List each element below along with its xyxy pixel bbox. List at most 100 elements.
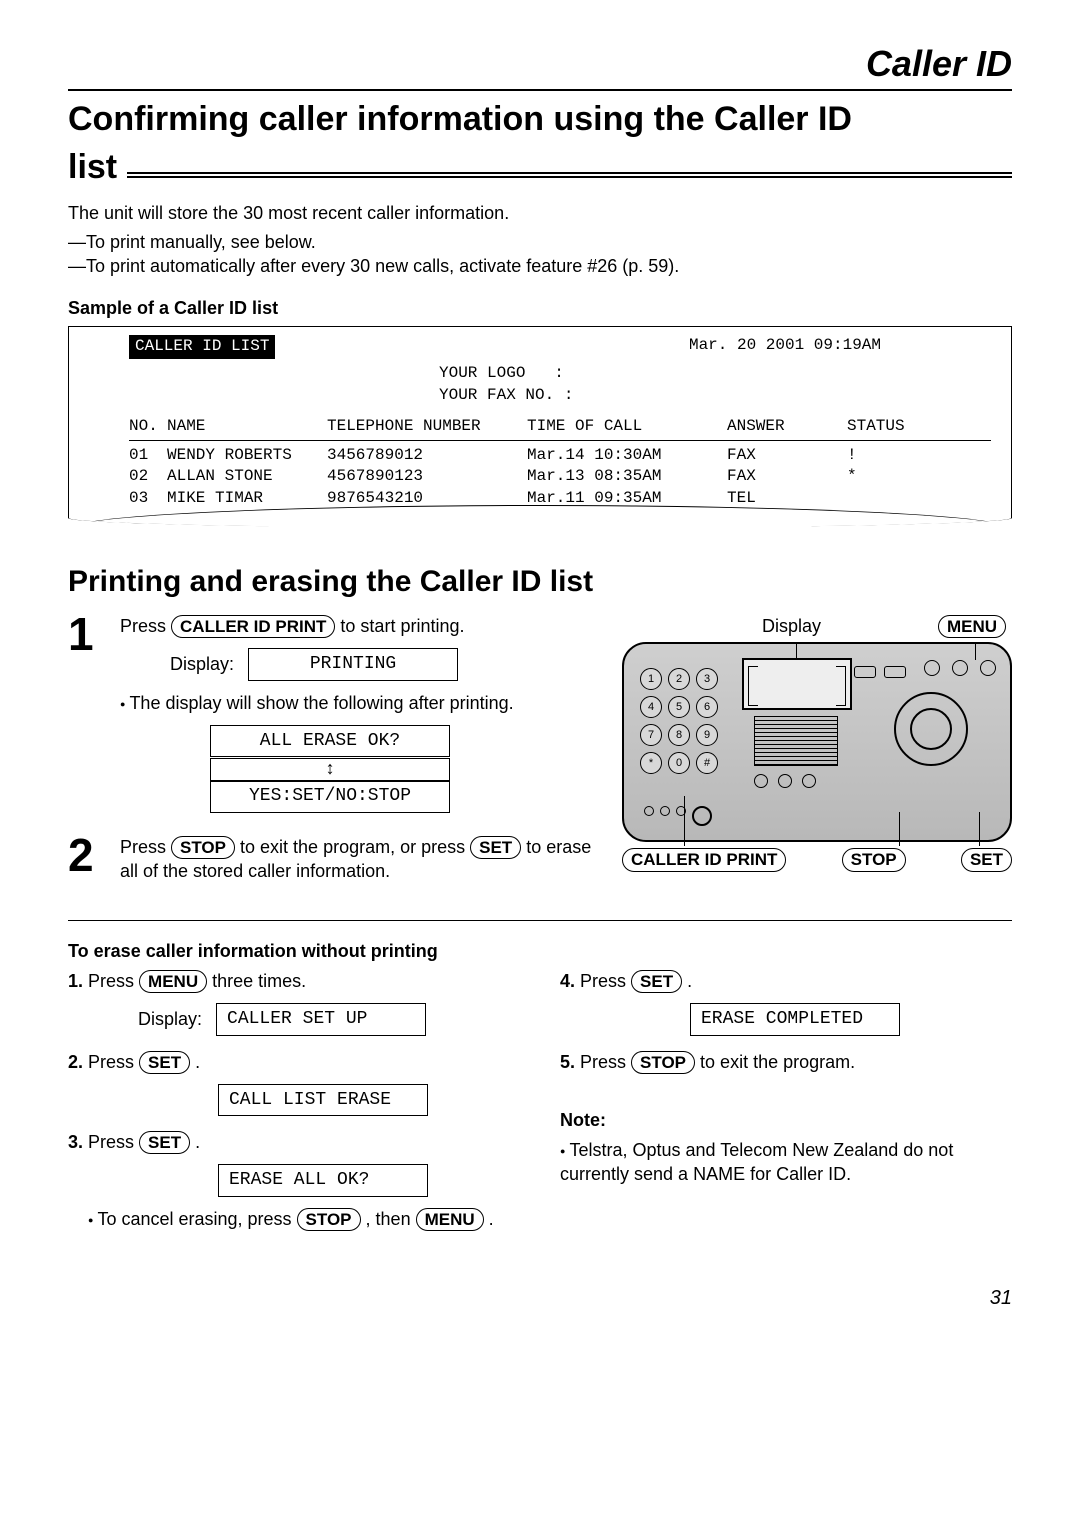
- keypad-key: 9: [696, 724, 718, 746]
- keypad-key: 4: [640, 696, 662, 718]
- step1-pre: Press: [120, 616, 171, 636]
- key-set: SET: [139, 1051, 190, 1074]
- lcd-call-list-erase: CALL LIST ERASE: [218, 1084, 428, 1116]
- s3-pre: Press: [88, 1132, 139, 1152]
- step-num: 5.: [560, 1052, 575, 1072]
- cell-no: 02: [129, 466, 167, 488]
- step-number-1: 1: [68, 614, 108, 821]
- callout-menu-key: MENU: [938, 615, 1006, 638]
- key-caller-id-print: CALLER ID PRINT: [171, 615, 335, 638]
- s4-pre: Press: [580, 971, 631, 991]
- lcd-erase-completed: ERASE COMPLETED: [690, 1003, 900, 1035]
- col-status: STATUS: [847, 416, 927, 438]
- step-num: 4.: [560, 971, 575, 991]
- col-time: TIME OF CALL: [527, 416, 727, 438]
- table-row: 01 WENDY ROBERTS 3456789012 Mar.14 10:30…: [129, 445, 991, 467]
- step2-t2: to exit the program, or press: [240, 837, 470, 857]
- erase-step-1: 1. Press MENU three times. Display: CALL…: [68, 969, 520, 1036]
- device-top-buttons: [854, 666, 906, 678]
- step2-t1: Press: [120, 837, 171, 857]
- section1-title-word: list: [68, 145, 117, 191]
- device-mid-buttons: [754, 774, 816, 788]
- device-speaker: [754, 716, 838, 766]
- lcd-caller-set-up: CALLER SET UP: [216, 1003, 426, 1035]
- key-stop: STOP: [631, 1051, 695, 1074]
- table-row: 03 MIKE TIMAR 9876543210 Mar.11 09:35AM …: [129, 488, 991, 510]
- cell-time: Mar.13 08:35AM: [527, 466, 727, 488]
- page-number: 31: [68, 1285, 1012, 1312]
- table-row: 02 ALLAN STONE 4567890123 Mar.13 08:35AM…: [129, 466, 991, 488]
- col-no: NO.: [129, 416, 167, 438]
- s5-pre: Press: [580, 1052, 631, 1072]
- display-label: Display:: [138, 1007, 202, 1031]
- keypad-key: 6: [696, 696, 718, 718]
- cancel-post: .: [489, 1209, 494, 1229]
- cancel-mid: , then: [366, 1209, 416, 1229]
- lcd-all-erase-ok: ALL ERASE OK?: [210, 725, 450, 757]
- cell-name: WENDY ROBERTS: [167, 445, 327, 467]
- leader-line: [975, 642, 976, 660]
- cell-no: 03: [129, 488, 167, 510]
- note-body: Telstra, Optus and Telecom New Zealand d…: [560, 1138, 1012, 1187]
- device-right-buttons: [924, 660, 996, 676]
- lcd-printing: PRINTING: [248, 648, 458, 680]
- s5-post: to exit the program.: [700, 1052, 855, 1072]
- keypad-key: #: [696, 752, 718, 774]
- leader-line: [684, 796, 685, 846]
- lcd-erase-all-ok: ERASE ALL OK?: [218, 1164, 428, 1196]
- cell-tel: 4567890123: [327, 466, 527, 488]
- sample-printout: CALLER ID LIST Mar. 20 2001 09:19AM YOUR…: [68, 326, 1012, 527]
- key-stop: STOP: [297, 1208, 361, 1231]
- sample-banner: CALLER ID LIST: [129, 335, 275, 359]
- erase-step-3: 3. Press SET . ERASE ALL OK? To cancel e…: [68, 1130, 520, 1231]
- s1-post: three times.: [212, 971, 306, 991]
- sample-colon-2: :: [564, 386, 574, 404]
- cell-name: ALLAN STONE: [167, 466, 327, 488]
- step-number-2: 2: [68, 835, 108, 884]
- erase-heading: To erase caller information without prin…: [68, 939, 1012, 963]
- keypad-key: 3: [696, 668, 718, 690]
- leader-line: [979, 812, 980, 846]
- erase-step-4: 4. Press SET . ERASE COMPLETED: [560, 969, 1012, 1036]
- section1-title-line1: Confirming caller information using the …: [68, 99, 1012, 140]
- cell-time: Mar.11 09:35AM: [527, 488, 727, 510]
- cell-ans: FAX: [727, 445, 847, 467]
- s1-pre: Press: [88, 971, 139, 991]
- callout-set-key: SET: [961, 848, 1012, 871]
- lcd-yes-set-no-stop: YES:SET/NO:STOP: [210, 780, 450, 812]
- callout-stop-key: STOP: [842, 848, 906, 871]
- cell-stat: *: [847, 466, 927, 488]
- device-jog-dial: [894, 692, 968, 766]
- section-double-rule: [127, 172, 1012, 178]
- cell-ans: FAX: [727, 466, 847, 488]
- keypad-key: 8: [668, 724, 690, 746]
- callout-caller-id-print-key: CALLER ID PRINT: [622, 848, 786, 871]
- sample-colon-1: :: [554, 364, 564, 382]
- sample-your-logo-label: YOUR LOGO: [439, 364, 525, 382]
- cell-stat: [847, 488, 927, 510]
- keypad-key: *: [640, 752, 662, 774]
- key-menu: MENU: [416, 1208, 484, 1231]
- cell-ans: TEL: [727, 488, 847, 510]
- step-num: 1.: [68, 971, 83, 991]
- col-name: NAME: [167, 416, 327, 438]
- device-illustration: Display MENU 1 2 3 4 5 6 7 8 9 * 0: [622, 614, 1012, 872]
- key-menu: MENU: [139, 970, 207, 993]
- note-heading: Note:: [560, 1108, 1012, 1132]
- device-screen: [742, 658, 852, 710]
- step1-after-text: The display will show the following afte…: [120, 691, 602, 715]
- s4-post: .: [687, 971, 692, 991]
- sample-heading: Sample of a Caller ID list: [68, 296, 1012, 320]
- device-keypad: 1 2 3 4 5 6 7 8 9 * 0 #: [640, 668, 718, 774]
- cell-tel: 9876543210: [327, 488, 527, 510]
- cell-time: Mar.14 10:30AM: [527, 445, 727, 467]
- key-stop: STOP: [171, 836, 235, 859]
- section1-title-line2: list: [68, 145, 1012, 191]
- sample-your-fax-label: YOUR FAX NO.: [439, 386, 554, 404]
- keypad-key: 2: [668, 668, 690, 690]
- col-answer: ANSWER: [727, 416, 847, 438]
- divider: [68, 920, 1012, 921]
- step-num: 3.: [68, 1132, 83, 1152]
- intro-p2: —To print manually, see below.: [68, 230, 1012, 254]
- intro-p3: —To print automatically after every 30 n…: [68, 254, 1012, 278]
